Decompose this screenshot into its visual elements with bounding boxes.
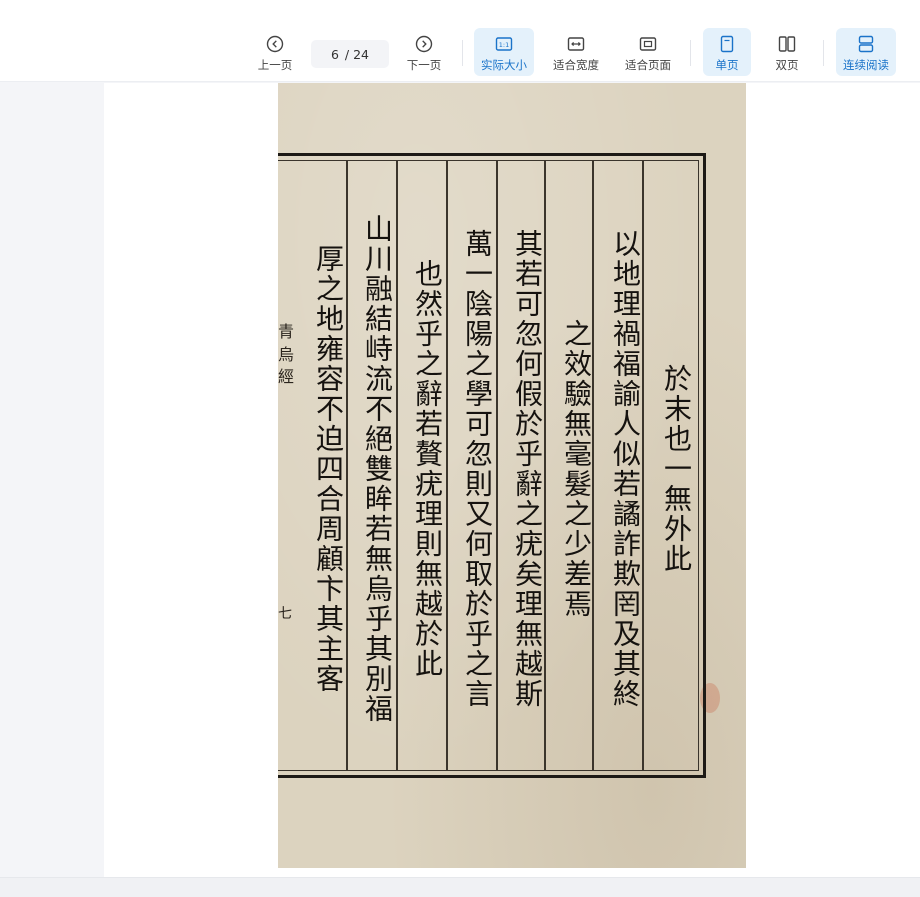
total-pages: / 24 [344,46,370,62]
text-column: 也然乎之辭若贅疣理則無越於此 [411,259,444,679]
double-page-button[interactable]: 双页 [763,28,811,76]
double-page-label: 双页 [775,58,799,72]
text-column: 山川融結峙流不絕雙眸若無烏乎其別福 [361,214,394,724]
double-page-icon [778,36,796,52]
fit-page-label: 适合页面 [625,58,671,72]
chevron-right-circle-icon [415,35,433,53]
prev-page-button[interactable]: 上一页 [254,28,296,76]
page-scan-image: 青 烏 經 七 於末也一無外此 以地理禍福諭人似若譎詐欺罔及其終 之效驗無毫髮之… [278,83,746,868]
text-column: 其若可忽何假於乎辭之疣矣理無越斯 [511,229,544,709]
text-frame-inner: 於末也一無外此 以地理禍福諭人似若譎詐欺罔及其終 之效驗無毫髮之少差焉 其若可忽… [278,160,699,771]
text-frame: 於末也一無外此 以地理禍福諭人似若譎詐欺罔及其終 之效驗無毫髮之少差焉 其若可忽… [278,153,706,778]
fit-width-icon [567,37,585,51]
fit-width-label: 适合宽度 [553,58,599,72]
continuous-reading-button[interactable]: 连续阅读 [836,28,896,76]
status-strip [0,877,920,897]
prev-page-label: 上一页 [257,58,293,72]
toolbar-separator [690,40,691,66]
single-page-button[interactable]: 单页 [703,28,751,76]
text-column: 厚之地雍容不迫四合周顧卞其主客 [312,244,345,694]
actual-size-button[interactable]: 1:1 实际大小 [474,28,534,76]
text-column: 以地理禍福諭人似若譎詐欺罔及其終 [609,229,642,709]
current-page-number: 6 [330,46,339,62]
chevron-left-circle-icon [266,35,284,53]
left-sidebar [0,83,104,877]
next-page-button[interactable]: 下一页 [403,28,445,76]
single-page-icon [720,35,734,53]
page-indicator[interactable]: 6 / 24 [311,40,389,68]
continuous-reading-icon [858,35,874,53]
toolbar-separator [823,40,824,66]
document-title: ━━━━━━━━━━━━━━━━━━━━ [0,0,157,5]
text-column: 於末也一無外此 [660,364,693,574]
single-page-label: 单页 [715,58,739,72]
continuous-reading-label: 连续阅读 [843,58,889,72]
toolbar-separator [462,40,463,66]
text-column: 萬一陰陽之學可忽則又何取於乎之言 [461,229,494,709]
viewer-toolbar: 上一页 6 / 24 下一页 1:1 实际大小 适合宽度 适合页面 单页 双页 … [0,22,920,82]
actual-size-icon-text: 1:1 [499,41,509,49]
fit-page-button[interactable]: 适合页面 [618,28,678,76]
text-column: 之效驗無毫髮之少差焉 [560,319,593,619]
next-page-label: 下一页 [406,58,442,72]
fit-page-icon [639,37,657,51]
actual-size-label: 实际大小 [481,58,527,72]
title-strip: ━━━━━━━━━━━━━━━━━━━━ [0,0,920,22]
fit-width-button[interactable]: 适合宽度 [546,28,606,76]
actual-size-icon: 1:1 [495,37,513,51]
